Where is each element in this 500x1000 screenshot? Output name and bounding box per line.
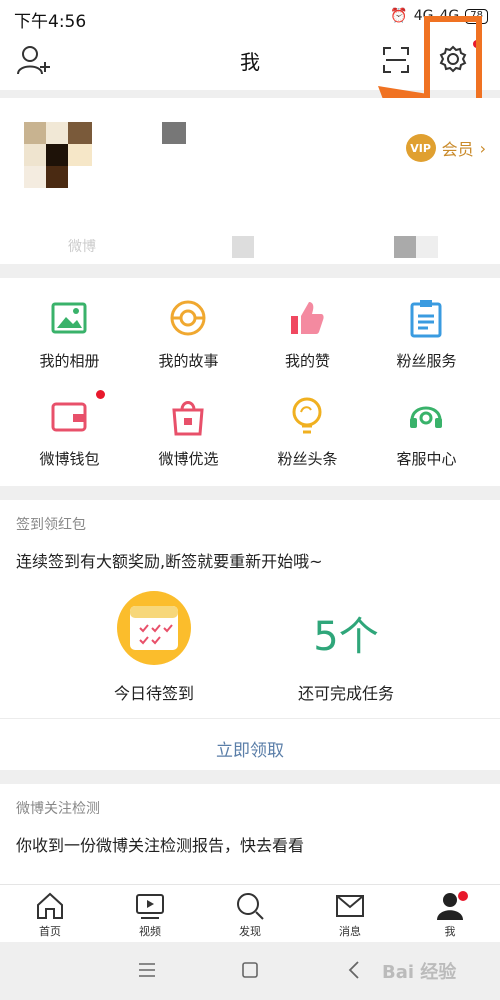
tab-discover[interactable]: 发现 [200, 885, 300, 943]
grid-item-album[interactable]: 我的相册 [7, 278, 132, 376]
tab-label: 首页 [39, 925, 61, 938]
today-checkin-label[interactable]: 今日待签到 [78, 680, 230, 704]
grid-label: 微博优选 [158, 450, 219, 468]
grid-item-wallet[interactable]: 微博钱包 [7, 376, 132, 474]
grid-item-headline[interactable]: 粉丝头条 [245, 376, 370, 474]
thumbs-up-icon [291, 302, 324, 334]
grid-label: 粉丝服务 [396, 352, 457, 370]
tab-label: 消息 [339, 925, 361, 938]
chevron-right-icon: › [479, 138, 486, 158]
checkin-description: 连续签到有大额奖励,断签就要重新开始哦~ [16, 552, 323, 571]
me-badge [458, 891, 468, 901]
system-nav-bar: Bai 经验 [0, 942, 500, 1000]
detect-section-title: 微博关注检测 [16, 801, 100, 817]
grid-label: 微博钱包 [39, 450, 100, 468]
vip-label: 会员 [441, 140, 474, 159]
tab-video[interactable]: 视频 [100, 885, 200, 943]
grid-label: 我的相册 [39, 352, 100, 370]
grid-label: 我的赞 [284, 352, 330, 370]
avatar[interactable] [24, 122, 46, 144]
grid-item-selection[interactable]: 微博优选 [126, 376, 251, 474]
wallet-icon [51, 402, 87, 432]
stat-weibo-label[interactable]: 微博 [68, 236, 96, 256]
story-icon [170, 300, 206, 336]
grid-item-fans-service[interactable]: 粉丝服务 [364, 278, 489, 376]
clipboard-icon [410, 300, 442, 338]
photo-album-icon [51, 302, 87, 334]
lightbulb-icon [292, 397, 322, 434]
shopping-bag-icon [172, 401, 204, 436]
home-square-icon[interactable] [242, 962, 258, 978]
vip-badge-icon: VIP [405, 134, 436, 162]
profile-card[interactable]: VIP 会员 › 微博 [0, 98, 500, 264]
grid-item-story[interactable]: 我的故事 [126, 278, 251, 376]
tab-messages[interactable]: 消息 [300, 885, 400, 943]
status-time: 下午4:56 [14, 12, 87, 32]
tasks-label: 还可完成任务 [297, 684, 394, 703]
tab-me[interactable]: 我 [400, 885, 500, 943]
calendar-icon[interactable] [116, 590, 192, 666]
tab-home[interactable]: 首页 [0, 885, 100, 943]
alarm-icon: ⏰ [390, 8, 408, 24]
claim-button[interactable]: 立即领取 [0, 736, 500, 761]
detect-description: 你收到一份微博关注检测报告，快去看看 [16, 836, 305, 855]
tab-label: 视频 [139, 925, 161, 938]
tab-label: 我 [444, 925, 456, 938]
bottom-tab-bar: 首页 视频 发现 消息 我 [0, 884, 500, 943]
wallet-badge [96, 390, 105, 399]
grid-label: 客服中心 [396, 450, 457, 468]
grid-item-likes[interactable]: 我的赞 [245, 278, 370, 376]
search-icon [237, 893, 264, 920]
stat-followers-blurred[interactable] [394, 236, 416, 258]
menu-icon[interactable] [138, 962, 156, 978]
username-blurred [162, 122, 186, 144]
task-count: 5个 [313, 614, 379, 660]
headset-icon [410, 406, 442, 428]
back-icon[interactable] [348, 960, 360, 980]
grid-label: 粉丝头条 [277, 450, 338, 468]
feature-grid: 我的相册 我的故事 我的赞 粉丝服务 微博钱包 微博优选 粉丝头条 客服中心 [0, 278, 500, 486]
checkin-section-title: 签到领红包 [16, 517, 86, 533]
tab-label: 发现 [239, 925, 261, 938]
scan-icon[interactable] [382, 46, 410, 78]
home-icon [37, 892, 63, 919]
stat-following-blurred[interactable] [232, 236, 254, 258]
divider [0, 718, 500, 719]
grid-item-support[interactable]: 客服中心 [364, 376, 489, 474]
checkin-card: 签到领红包 连续签到有大额奖励,断签就要重新开始哦~ 今日待签到 5个 还可完成… [0, 500, 500, 770]
video-icon [136, 894, 164, 919]
follow-detect-card[interactable]: 微博关注检测 你收到一份微博关注检测报告，快去看看 [0, 784, 500, 884]
mail-icon [336, 895, 364, 917]
watermark: Bai 经验 [382, 962, 457, 983]
grid-label: 我的故事 [158, 352, 219, 370]
vip-link[interactable]: VIP 会员 › [405, 134, 486, 162]
